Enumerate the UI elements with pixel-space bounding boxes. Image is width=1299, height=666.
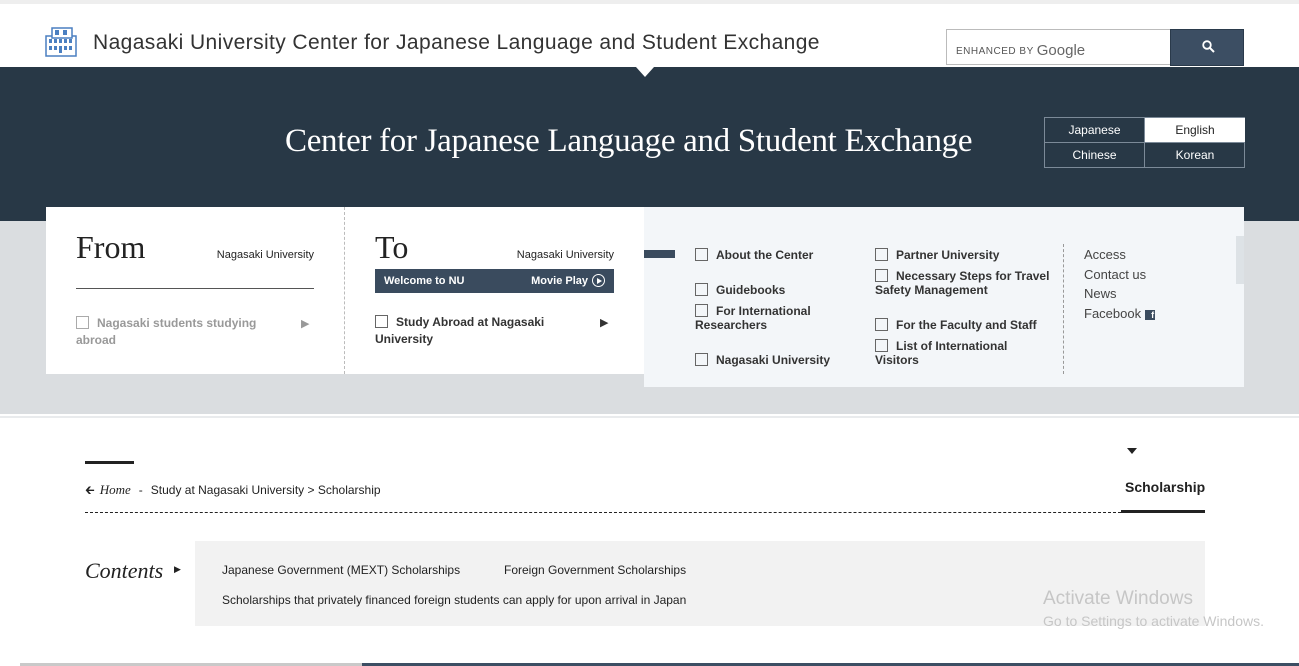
link-news[interactable]: News bbox=[1084, 286, 1117, 301]
search-icon bbox=[1202, 40, 1215, 53]
menu-partner-university[interactable]: Partner University bbox=[875, 248, 999, 262]
checkbox-icon bbox=[695, 248, 708, 261]
arrow-right-icon: ▶ bbox=[600, 317, 609, 329]
menu-international-visitors[interactable]: List of International Visitors bbox=[875, 339, 1035, 367]
university-building-logo[interactable] bbox=[44, 26, 78, 60]
contents-label: Contents bbox=[85, 558, 164, 583]
lang-japanese[interactable]: Japanese bbox=[1045, 118, 1145, 143]
checkbox-icon bbox=[375, 315, 388, 328]
windows-watermark-title: Activate Windows bbox=[1043, 588, 1193, 609]
lang-korean[interactable]: Korean bbox=[1145, 143, 1245, 168]
menu-tab-indicator bbox=[644, 250, 675, 258]
search-brand: ENHANCED BY Google bbox=[956, 42, 1086, 59]
search-input[interactable]: ENHANCED BY Google bbox=[946, 29, 1171, 65]
hero-title: Center for Japanese Language and Student… bbox=[285, 123, 973, 159]
divider bbox=[1063, 244, 1064, 374]
language-switcher: Japanese English Chinese Korean bbox=[1044, 117, 1245, 168]
tab-underline bbox=[1121, 510, 1205, 513]
back-arrow-icon: 🡰 bbox=[85, 483, 95, 497]
welcome-to-nu-link[interactable]: Welcome to NU bbox=[384, 275, 464, 287]
windows-watermark-subtitle: Go to Settings to activate Windows. bbox=[1043, 613, 1264, 629]
checkbox-icon bbox=[76, 316, 89, 329]
play-icon bbox=[592, 274, 605, 287]
menu-faculty-staff[interactable]: For the Faculty and Staff bbox=[875, 318, 1037, 332]
arrow-right-icon: ▶ bbox=[301, 318, 310, 330]
to-panel: To Nagasaki University Welcome to NU Mov… bbox=[345, 207, 644, 374]
menu-international-researchers[interactable]: For International Researchers bbox=[695, 304, 845, 332]
lang-chinese[interactable]: Chinese bbox=[1045, 143, 1145, 168]
section-marker bbox=[85, 461, 134, 464]
study-abroad-nagasaki-link[interactable]: Study Abroad at Nagasaki University bbox=[375, 314, 575, 348]
facebook-icon: f bbox=[1145, 310, 1156, 320]
checkbox-icon bbox=[875, 248, 888, 261]
contents-link-privately-financed[interactable]: Scholarships that privately financed for… bbox=[222, 593, 686, 607]
contents-link-foreign-gov[interactable]: Foreign Government Scholarships bbox=[504, 563, 686, 577]
link-access[interactable]: Access bbox=[1084, 247, 1126, 262]
link-facebook[interactable]: Facebook f bbox=[1084, 306, 1156, 321]
arrow-right-icon: ▶ bbox=[174, 564, 181, 574]
checkbox-icon bbox=[875, 318, 888, 331]
link-contact-us[interactable]: Contact us bbox=[1084, 267, 1146, 282]
to-subtitle: Nagasaki University bbox=[516, 249, 614, 261]
menu-guidebooks[interactable]: Guidebooks bbox=[695, 283, 785, 297]
menu-about-center[interactable]: About the Center bbox=[695, 248, 813, 262]
divider bbox=[76, 288, 314, 289]
google-wordmark: Google bbox=[1036, 42, 1086, 59]
to-heading: To bbox=[375, 229, 409, 265]
checkbox-icon bbox=[695, 353, 708, 366]
checkbox-icon bbox=[695, 283, 708, 296]
menu-travel-safety[interactable]: Necessary Steps for Travel Safety Manage… bbox=[875, 269, 1055, 297]
checkbox-icon bbox=[875, 269, 888, 282]
menu-scrollbar[interactable] bbox=[1236, 236, 1244, 284]
checkbox-icon bbox=[875, 339, 888, 352]
from-subtitle: Nagasaki University bbox=[216, 249, 314, 261]
site-title[interactable]: Nagasaki University Center for Japanese … bbox=[93, 31, 820, 55]
welcome-bar[interactable]: Welcome to NU Movie Play bbox=[375, 269, 614, 293]
breadcrumb-path[interactable]: Study at Nagasaki University > Scholarsh… bbox=[151, 483, 381, 497]
checkbox-icon bbox=[695, 304, 708, 317]
breadcrumb: 🡰 Home - Study at Nagasaki University > Sch… bbox=[85, 481, 381, 502]
lang-english[interactable]: English bbox=[1145, 118, 1245, 143]
breadcrumb-separator: - bbox=[138, 483, 143, 497]
divider bbox=[85, 512, 1121, 513]
search-button[interactable] bbox=[1170, 29, 1244, 66]
tab-scholarship[interactable]: Scholarship bbox=[1125, 479, 1205, 495]
from-panel: From Nagasaki University Nagasaki studen… bbox=[46, 207, 345, 374]
divider bbox=[0, 416, 1299, 418]
from-heading: From bbox=[76, 229, 146, 265]
movie-play-button[interactable]: Movie Play bbox=[531, 274, 605, 287]
menu-nagasaki-university[interactable]: Nagasaki University bbox=[695, 353, 830, 367]
breadcrumb-home[interactable]: Home bbox=[100, 482, 131, 497]
nagasaki-students-abroad-link[interactable]: Nagasaki students studying abroad bbox=[76, 315, 286, 349]
main-menu: About the Center Guidebooks For Internat… bbox=[644, 207, 1244, 387]
contents-link-mext[interactable]: Japanese Government (MEXT) Scholarships bbox=[222, 563, 460, 577]
chevron-down-icon bbox=[1127, 448, 1137, 454]
hero-notch bbox=[636, 67, 654, 77]
